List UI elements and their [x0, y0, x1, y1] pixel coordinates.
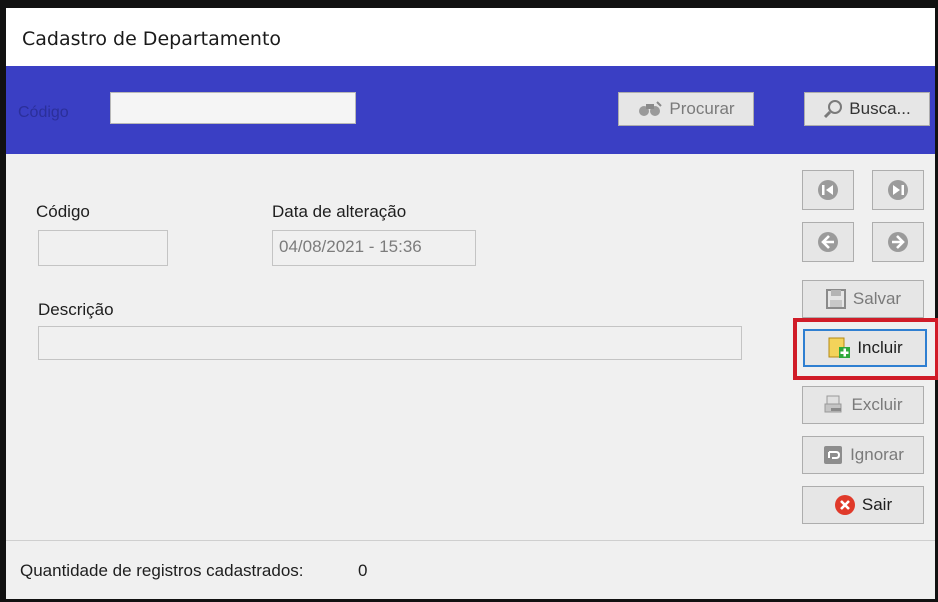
save-button-label: Salvar — [852, 289, 902, 308]
delete-button-label: Excluir — [851, 395, 903, 414]
code-label: Código — [36, 202, 90, 221]
magnifier-icon — [824, 100, 843, 119]
search-button[interactable]: Procurar — [618, 92, 754, 126]
first-record-icon — [818, 180, 838, 200]
records-count: 0 — [358, 561, 368, 580]
search-code-label: Código — [18, 104, 69, 121]
search-button-label: Procurar — [669, 99, 735, 118]
floppy-disk-icon — [825, 289, 846, 309]
title-bar: Cadastro de Departamento — [6, 8, 935, 66]
first-record-button[interactable] — [802, 170, 854, 210]
printer-delete-icon — [824, 395, 842, 413]
exit-button-label: Sair — [861, 495, 893, 514]
status-bar: Quantidade de registros cadastrados: 0 — [6, 540, 935, 599]
find-button[interactable]: Busca... — [804, 92, 930, 126]
search-code-input[interactable] — [110, 92, 356, 124]
window-title: Cadastro de Departamento — [22, 28, 282, 50]
binoculars-icon — [639, 101, 663, 116]
description-field[interactable] — [38, 326, 742, 360]
previous-record-button[interactable] — [802, 222, 854, 262]
save-button[interactable]: Salvar — [802, 280, 924, 318]
close-icon — [834, 495, 855, 515]
date-label: Data de alteração — [272, 202, 407, 221]
delete-button[interactable]: Excluir — [802, 386, 924, 424]
description-label: Descrição — [38, 300, 114, 319]
last-record-icon — [888, 180, 908, 200]
next-record-button[interactable] — [872, 222, 924, 262]
search-bar: Código Procurar Busca... — [6, 66, 935, 154]
code-field[interactable] — [38, 230, 168, 266]
date-field[interactable]: 04/08/2021 - 15:36 — [272, 230, 476, 266]
exit-button[interactable]: Sair — [802, 486, 924, 524]
include-highlight-box — [793, 318, 938, 380]
undo-icon — [824, 446, 843, 464]
previous-record-icon — [818, 232, 838, 252]
next-record-icon — [888, 232, 908, 252]
department-window: Cadastro de Departamento Código Procurar… — [0, 0, 938, 602]
ignore-button[interactable]: Ignorar — [802, 436, 924, 474]
records-label: Quantidade de registros cadastrados: — [20, 561, 304, 580]
last-record-button[interactable] — [872, 170, 924, 210]
ignore-button-label: Ignorar — [850, 445, 904, 464]
find-button-label: Busca... — [849, 99, 911, 118]
